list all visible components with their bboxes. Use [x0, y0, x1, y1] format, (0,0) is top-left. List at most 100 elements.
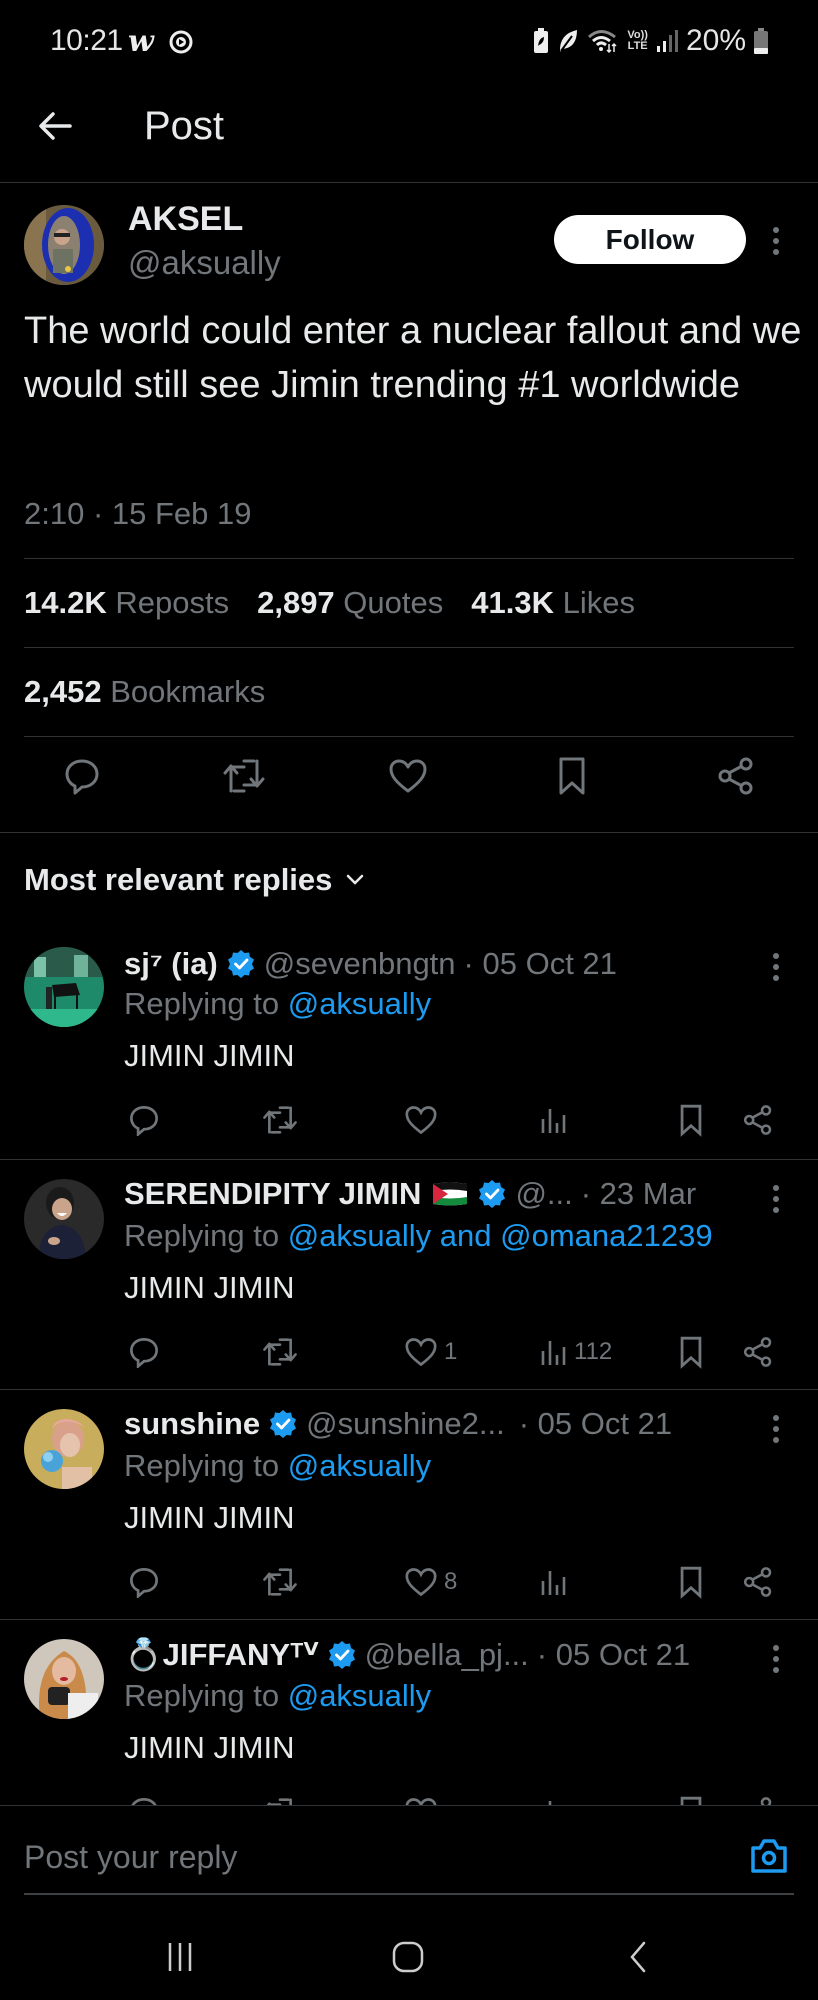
reply-button[interactable]	[128, 1792, 160, 1805]
reposts-count: 14.2K	[24, 585, 107, 620]
reply-icon	[130, 1338, 158, 1368]
reply-author-handle[interactable]: @...	[515, 1176, 572, 1212]
like-button[interactable]: 8	[404, 1562, 457, 1602]
reply-author-name[interactable]: sunshine	[124, 1406, 260, 1442]
bookmark-button[interactable]	[678, 1792, 704, 1805]
reply-header: 💍JIFFANYᵀⱽ @bella_pj... · 05 Oct 21	[124, 1636, 690, 1673]
views-button[interactable]	[540, 1100, 574, 1140]
bookmarks-stat[interactable]: 2,452 Bookmarks	[24, 674, 265, 710]
reply-author-handle[interactable]: @sunshine2...	[306, 1406, 505, 1442]
reply-item[interactable]: SERENDIPITY JIMIN @... · 23 Mar Replying…	[0, 1160, 818, 1390]
views-button[interactable]	[540, 1562, 574, 1602]
reposts-stat[interactable]: 14.2K Reposts	[24, 585, 229, 621]
share-button[interactable]	[742, 1562, 774, 1602]
reply-avatar[interactable]	[24, 947, 104, 1027]
bookmark-icon	[680, 1566, 702, 1599]
reply-more-button[interactable]	[770, 1414, 782, 1444]
repost-button[interactable]	[262, 1100, 298, 1140]
more-vertical-icon	[773, 1185, 779, 1213]
like-button[interactable]	[404, 1100, 444, 1140]
like-button[interactable]	[386, 754, 430, 798]
author-name[interactable]: AKSEL	[128, 200, 243, 239]
reply-item[interactable]: sj⁷ (ia) @sevenbngtn · 05 Oct 21 Replyin…	[0, 928, 818, 1160]
reply-icon	[130, 1568, 158, 1598]
reply-more-button[interactable]	[770, 1644, 782, 1674]
back-button[interactable]	[36, 106, 76, 146]
recent-apps-button[interactable]	[150, 1932, 210, 1982]
webtoon-icon: w	[128, 24, 154, 59]
post-timestamp: 2:10 · 15 Feb 19	[24, 496, 252, 531]
reply-avatar[interactable]	[24, 1179, 104, 1259]
reply-item[interactable]: sunshine @sunshine2... · 05 Oct 21 Reply…	[0, 1390, 818, 1620]
bookmark-button[interactable]	[550, 754, 594, 798]
reply-more-button[interactable]	[770, 1184, 782, 1214]
replies-sort-dropdown[interactable]: Most relevant replies	[24, 862, 364, 898]
share-button[interactable]	[742, 1792, 774, 1805]
bookmark-icon	[680, 1336, 702, 1369]
reply-icon	[131, 1798, 157, 1805]
reply-author-name[interactable]: SERENDIPITY JIMIN	[124, 1176, 421, 1212]
views-icon	[541, 1571, 566, 1595]
views-icon	[541, 1109, 566, 1133]
reply-button[interactable]	[128, 1100, 160, 1140]
reply-avatar[interactable]	[24, 1409, 104, 1489]
reply-text: JIMIN JIMIN	[124, 1730, 295, 1765]
likes-stat[interactable]: 41.3K Likes	[471, 585, 635, 621]
reply-author-name[interactable]: sj⁷ (ia)	[124, 946, 218, 982]
reply-text: JIMIN JIMIN	[124, 1500, 295, 1535]
repost-icon	[266, 1798, 292, 1805]
repost-button[interactable]	[222, 754, 266, 798]
repost-button[interactable]	[262, 1792, 298, 1805]
bookmark-button[interactable]	[678, 1332, 704, 1372]
reply-action-bar: 8	[0, 1562, 818, 1606]
reply-item[interactable]: 💍JIFFANYᵀⱽ @bella_pj... · 05 Oct 21 Repl…	[0, 1620, 818, 1805]
share-icon	[760, 1797, 772, 1805]
reposts-label: Reposts	[115, 585, 230, 620]
reply-author-handle[interactable]: @sevenbngtn	[264, 946, 456, 982]
post-more-button[interactable]	[770, 225, 782, 257]
share-button[interactable]	[714, 754, 758, 798]
share-button[interactable]	[742, 1332, 774, 1372]
bookmark-button[interactable]	[678, 1562, 704, 1602]
reply-button[interactable]	[128, 1332, 160, 1372]
like-icon	[405, 1798, 437, 1805]
reply-more-button[interactable]	[770, 952, 782, 982]
replying-to-link[interactable]: @aksually and @omana21239	[288, 1218, 713, 1253]
replying-to-link[interactable]: @aksually	[288, 1448, 431, 1483]
arrow-left-icon	[39, 112, 72, 140]
camera-button[interactable]	[748, 1836, 790, 1876]
home-button[interactable]	[378, 1932, 438, 1982]
system-back-button[interactable]	[608, 1932, 668, 1982]
replying-to-link[interactable]: @aksually	[288, 1678, 431, 1713]
reply-avatar[interactable]	[24, 1639, 104, 1719]
author-avatar[interactable]	[24, 205, 104, 285]
reply-action-bar	[0, 1100, 818, 1144]
header-divider	[0, 182, 818, 183]
reply-icon	[130, 1106, 158, 1136]
share-button[interactable]	[742, 1100, 774, 1140]
reply-author-handle[interactable]: @bella_pj...	[365, 1637, 529, 1673]
view-count: 112	[574, 1338, 613, 1365]
views-button[interactable]: 112	[540, 1332, 612, 1372]
repost-button[interactable]	[262, 1562, 298, 1602]
follow-button[interactable]: Follow	[554, 215, 746, 264]
battery-percent: 20%	[685, 24, 746, 57]
replying-prefix: Replying to	[124, 1678, 288, 1713]
chevron-left-icon	[630, 1941, 646, 1973]
replying-to-link[interactable]: @aksually	[288, 986, 431, 1021]
reply-input[interactable]	[24, 1832, 704, 1882]
reply-button[interactable]	[60, 754, 104, 798]
bookmark-button[interactable]	[678, 1100, 704, 1140]
like-button[interactable]: 1	[404, 1332, 457, 1372]
status-icons: Vo)) LTE 20%	[533, 24, 768, 58]
views-button[interactable]	[540, 1792, 568, 1805]
repost-button[interactable]	[262, 1332, 298, 1372]
like-button[interactable]	[404, 1792, 438, 1805]
likes-count: 41.3K	[471, 585, 554, 620]
reply-author-name[interactable]: 💍JIFFANYᵀⱽ	[124, 1636, 319, 1673]
quotes-stat[interactable]: 2,897 Quotes	[257, 585, 443, 621]
post-stats: 14.2K Reposts 2,897 Quotes 41.3K Likes	[24, 585, 635, 621]
reply-button[interactable]	[128, 1562, 160, 1602]
divider	[24, 736, 794, 737]
author-handle[interactable]: @aksually	[128, 244, 281, 282]
